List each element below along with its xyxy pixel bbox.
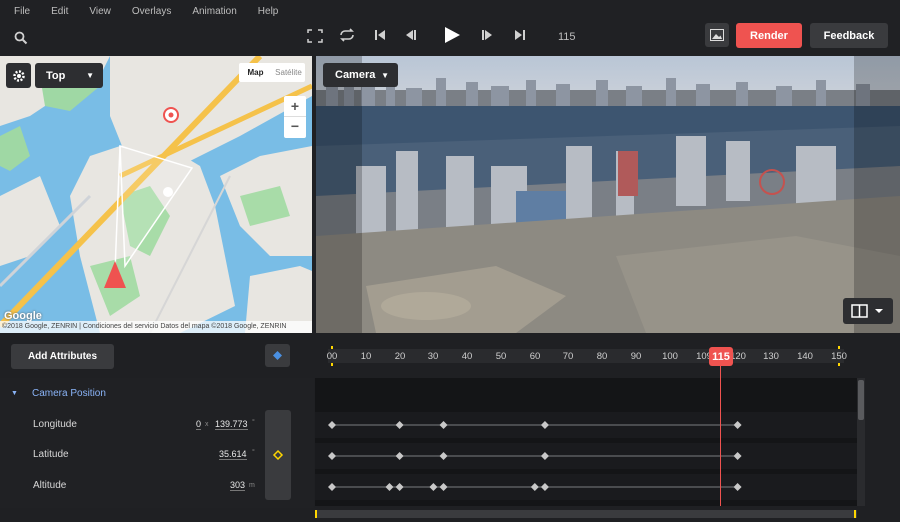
keyframe-diamond[interactable]	[395, 452, 404, 460]
keyframe-toggle-icon	[272, 449, 284, 461]
keyframe-diamond[interactable]	[439, 421, 448, 429]
map-view-dropdown[interactable]: Top ▼	[35, 63, 103, 88]
keyframe-markers	[328, 421, 742, 491]
latitude-unit: °	[252, 449, 255, 456]
keyframe-diamond[interactable]	[733, 421, 742, 429]
camera-scene	[316, 56, 900, 333]
latitude-label: Latitude	[33, 449, 69, 460]
keyframe-diamond[interactable]	[439, 483, 448, 491]
hscroll-end-marker	[854, 510, 856, 518]
render-button[interactable]: Render	[736, 23, 802, 48]
map-view-label: Top	[46, 69, 66, 82]
keyframe-diamond[interactable]	[328, 483, 336, 491]
chevron-down-icon: ▼	[381, 70, 389, 80]
menu-animation[interactable]: Animation	[192, 6, 236, 17]
snapshot-button[interactable]	[705, 23, 729, 47]
altitude-label: Altitude	[33, 480, 67, 491]
map-settings-button[interactable]	[6, 63, 31, 88]
fullscreen-icon[interactable]	[307, 29, 323, 43]
longitude-label: Longitude	[33, 419, 77, 430]
menu-bar: File Edit View Overlays Animation Help	[0, 0, 900, 22]
map-type-map[interactable]: Map	[239, 63, 272, 82]
keyframe-diamond[interactable]	[395, 421, 404, 429]
search-icon[interactable]	[14, 31, 28, 45]
section-title[interactable]: Camera Position	[32, 388, 106, 399]
horizontal-scrollbar[interactable]	[315, 510, 857, 518]
loop-icon[interactable]	[338, 28, 356, 42]
keyframe-diamond[interactable]	[733, 483, 742, 491]
keyframe-diamond[interactable]	[385, 483, 394, 491]
keyframe-diamond[interactable]	[540, 452, 549, 460]
map-zoom-control: + −	[284, 96, 306, 138]
keyframe-mode-button[interactable]	[265, 344, 290, 367]
collapse-section-icon[interactable]: ▼	[11, 390, 18, 397]
keyframe-diamond[interactable]	[540, 483, 549, 491]
camera-view-dropdown[interactable]: Camera ▼	[323, 63, 398, 87]
menu-edit[interactable]: Edit	[51, 6, 68, 17]
zoom-in-button[interactable]: +	[284, 96, 306, 117]
chevron-down-icon: ▼	[86, 71, 94, 80]
altitude-unit: m	[249, 482, 255, 489]
latitude-field[interactable]: 35.614	[219, 449, 247, 460]
playhead-line[interactable]	[720, 366, 721, 506]
menu-file[interactable]: File	[14, 6, 30, 17]
feedback-button[interactable]: Feedback	[810, 23, 888, 48]
hscroll-start-marker	[315, 510, 317, 518]
map-canvas	[0, 56, 312, 333]
image-icon	[710, 29, 724, 41]
add-attributes-button[interactable]: Add Attributes	[11, 344, 114, 369]
map-copyright: ©2018 Google, ZENRIN | Condiciones del s…	[0, 321, 312, 333]
keyframe-diamond[interactable]	[328, 421, 336, 429]
longitude-separator: x	[205, 421, 209, 428]
step-forward-icon[interactable]	[481, 29, 494, 41]
map-type-satellite[interactable]: Satélite	[272, 63, 305, 82]
keyframe-diamond[interactable]	[540, 421, 549, 429]
keyframe-diamond[interactable]	[733, 452, 742, 460]
skip-to-end-icon[interactable]	[514, 29, 526, 41]
keyframe-diamond[interactable]	[328, 452, 336, 460]
longitude-field[interactable]: 139.773	[215, 419, 248, 430]
split-view-icon	[851, 304, 883, 318]
menu-help[interactable]: Help	[258, 6, 279, 17]
vertical-scrollbar-thumb[interactable]	[858, 380, 864, 420]
keyframe-diamond[interactable]	[439, 452, 448, 460]
map-type-toggle[interactable]: Map Satélite	[239, 63, 305, 82]
ruler-end-markers	[331, 346, 840, 366]
keyframe-diamond[interactable]	[395, 483, 404, 491]
play-icon[interactable]	[443, 26, 461, 44]
keyframe-diamond[interactable]	[530, 483, 539, 491]
keyframe-diamond[interactable]	[429, 483, 438, 491]
map-panel[interactable]	[0, 56, 312, 333]
add-keyframe-column[interactable]	[265, 410, 291, 500]
playhead-badge[interactable]: 115	[709, 347, 733, 366]
layout-toggle-button[interactable]	[843, 298, 893, 324]
longitude-unit: °	[252, 419, 255, 426]
menu-overlays[interactable]: Overlays	[132, 6, 171, 17]
skip-to-start-icon[interactable]	[374, 29, 386, 41]
camera-view[interactable]	[316, 56, 900, 333]
camera-view-label: Camera	[335, 69, 376, 81]
longitude-offset-field[interactable]: 0	[196, 419, 202, 430]
menu-view[interactable]: View	[89, 6, 111, 17]
keyframe-diamond-icon	[273, 351, 282, 360]
current-frame-display: 115	[558, 31, 576, 43]
gear-icon	[12, 69, 25, 82]
step-back-icon[interactable]	[404, 29, 417, 41]
zoom-out-button[interactable]: −	[284, 117, 306, 137]
altitude-field[interactable]: 303	[230, 480, 246, 491]
